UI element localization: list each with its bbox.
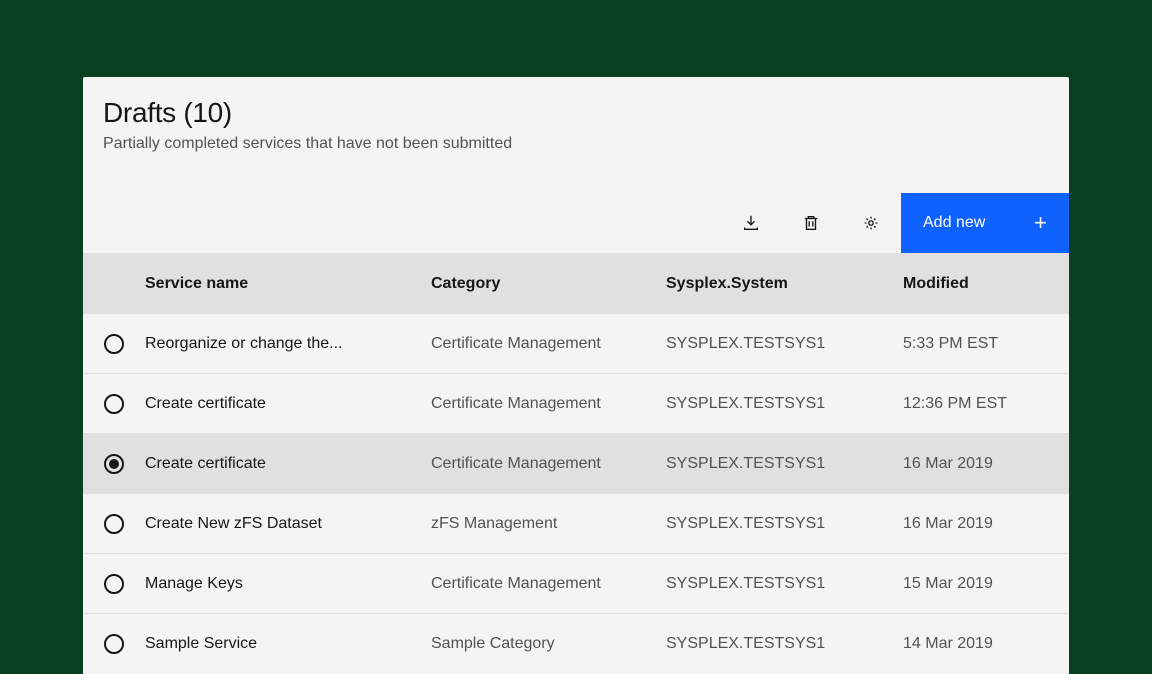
cell-sysplex-system: SYSPLEX.TESTSYS1: [666, 335, 903, 353]
cell-service-name: Sample Service: [145, 635, 431, 653]
column-header-category[interactable]: Category: [431, 275, 666, 293]
radio-cell: [83, 334, 145, 354]
table-body: Reorganize or change the... Certificate …: [83, 314, 1069, 674]
cell-sysplex-system: SYSPLEX.TESTSYS1: [666, 395, 903, 413]
download-button[interactable]: [721, 193, 781, 253]
cell-category: zFS Management: [431, 515, 666, 533]
cell-service-name: Create New zFS Dataset: [145, 515, 431, 533]
cell-service-name: Reorganize or change the...: [145, 335, 431, 353]
row-radio[interactable]: [104, 514, 124, 534]
cell-service-name: Create certificate: [145, 455, 431, 473]
table-row[interactable]: Reorganize or change the... Certificate …: [83, 314, 1069, 374]
table-row[interactable]: Manage Keys Certificate Management SYSPL…: [83, 554, 1069, 614]
add-new-label: Add new: [923, 214, 985, 232]
column-header-sysplex-system[interactable]: Sysplex.System: [666, 275, 903, 293]
cell-modified: 5:33 PM EST: [903, 335, 1069, 353]
drafts-panel: Drafts (10) Partially completed services…: [83, 77, 1069, 674]
add-new-button[interactable]: Add new +: [901, 193, 1069, 253]
cell-sysplex-system: SYSPLEX.TESTSYS1: [666, 515, 903, 533]
panel-header: Drafts (10) Partially completed services…: [83, 77, 1069, 193]
radio-cell: [83, 454, 145, 474]
cell-sysplex-system: SYSPLEX.TESTSYS1: [666, 635, 903, 653]
toolbar: Add new +: [83, 193, 1069, 253]
cell-modified: 16 Mar 2019: [903, 515, 1069, 533]
cell-modified: 15 Mar 2019: [903, 575, 1069, 593]
row-radio[interactable]: [104, 454, 124, 474]
table-row[interactable]: Create certificate Certificate Managemen…: [83, 434, 1069, 494]
cell-category: Certificate Management: [431, 455, 666, 473]
cell-service-name: Create certificate: [145, 395, 431, 413]
download-icon: [742, 214, 760, 232]
table-row[interactable]: Create certificate Certificate Managemen…: [83, 374, 1069, 434]
cell-modified: 14 Mar 2019: [903, 635, 1069, 653]
cell-category: Certificate Management: [431, 335, 666, 353]
radio-cell: [83, 394, 145, 414]
delete-button[interactable]: [781, 193, 841, 253]
cell-sysplex-system: SYSPLEX.TESTSYS1: [666, 455, 903, 473]
page-subtitle: Partially completed services that have n…: [103, 135, 1049, 153]
cell-category: Certificate Management: [431, 575, 666, 593]
table-row[interactable]: Sample Service Sample Category SYSPLEX.T…: [83, 614, 1069, 674]
settings-button[interactable]: [841, 193, 901, 253]
page-title: Drafts (10): [103, 97, 1049, 129]
column-header-modified[interactable]: Modified: [903, 275, 1069, 293]
row-radio[interactable]: [104, 634, 124, 654]
row-radio[interactable]: [104, 334, 124, 354]
plus-icon: +: [1034, 210, 1047, 236]
cell-category: Certificate Management: [431, 395, 666, 413]
cell-category: Sample Category: [431, 635, 666, 653]
cell-service-name: Manage Keys: [145, 575, 431, 593]
column-header-service-name[interactable]: Service name: [145, 275, 431, 293]
table-header-row: Service name Category Sysplex.System Mod…: [83, 253, 1069, 314]
gear-icon: [862, 214, 880, 232]
cell-modified: 16 Mar 2019: [903, 455, 1069, 473]
cell-modified: 12:36 PM EST: [903, 395, 1069, 413]
radio-cell: [83, 634, 145, 654]
trash-icon: [802, 214, 820, 232]
table-row[interactable]: Create New zFS Dataset zFS Management SY…: [83, 494, 1069, 554]
radio-cell: [83, 574, 145, 594]
cell-sysplex-system: SYSPLEX.TESTSYS1: [666, 575, 903, 593]
row-radio[interactable]: [104, 394, 124, 414]
row-radio[interactable]: [104, 574, 124, 594]
radio-cell: [83, 514, 145, 534]
